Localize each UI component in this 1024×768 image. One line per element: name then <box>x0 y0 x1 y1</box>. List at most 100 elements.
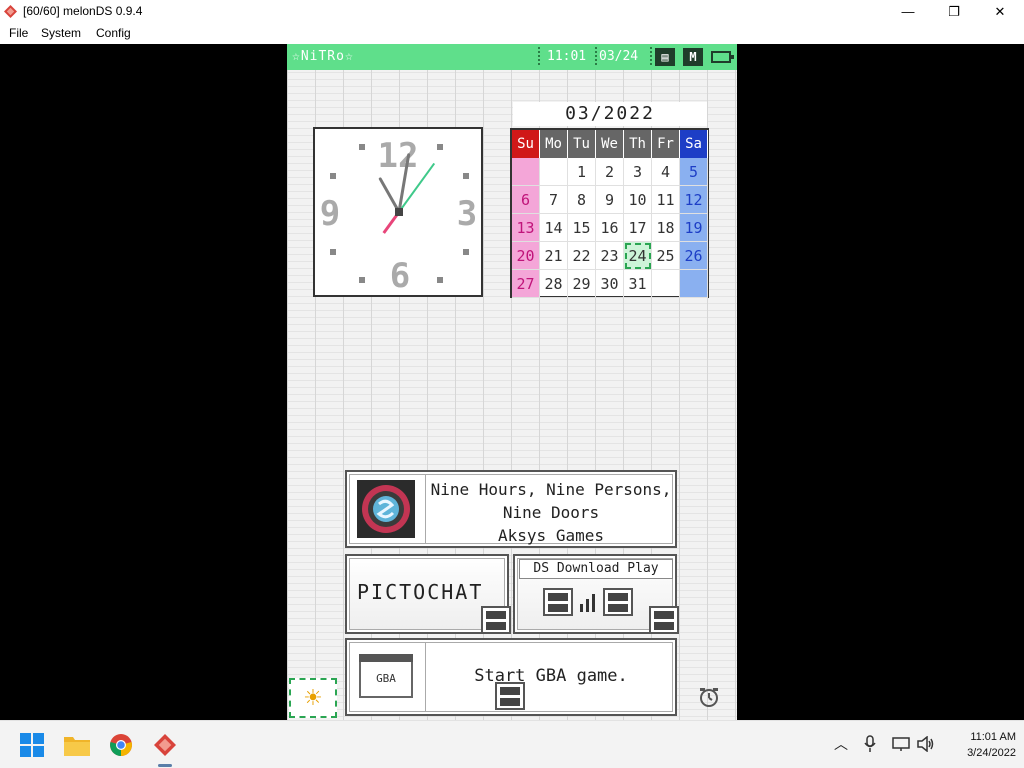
ds-system-icon <box>603 588 633 616</box>
clock-digit-3: 3 <box>457 194 477 234</box>
gba-cart-label: GBA <box>376 672 396 685</box>
menu-file[interactable]: File <box>9 26 28 40</box>
microphone-icon[interactable] <box>864 735 876 753</box>
calendar-day-cell: 16 <box>596 214 624 242</box>
status-separator <box>538 47 540 67</box>
taskbar-clock[interactable]: 11:01 AM 3/24/2022 <box>940 729 1016 761</box>
clock-digit-6: 6 <box>390 256 410 295</box>
calendar-day-cell: 4 <box>652 158 680 186</box>
calendar-day-cell: 3 <box>624 158 652 186</box>
network-icon[interactable] <box>892 736 910 752</box>
calendar-day-cell: 9 <box>596 186 624 214</box>
clock-digit-12: 12 <box>378 136 419 176</box>
card-slot-icon: ▤ <box>655 48 675 66</box>
calendar-day-cell <box>680 270 708 298</box>
calendar-day-cell <box>540 158 568 186</box>
calendar-grid: Su Mo Tu We Th Fr Sa 1 2 3 4 5 6 7 8 9 10 11 12 13 14 15 16 17 1… <box>512 130 708 298</box>
menu-system[interactable]: System <box>41 26 81 40</box>
chrome-icon <box>110 734 132 756</box>
calendar-day-cell: 1 <box>568 158 596 186</box>
status-date: 03/24 <box>599 49 639 64</box>
calendar-day-cell: 15 <box>568 214 596 242</box>
gba-panel-divider <box>425 642 426 712</box>
melonds-icon <box>154 734 176 756</box>
melonds-app-icon <box>4 5 17 18</box>
clock-tick <box>330 249 336 255</box>
clock-tick <box>359 144 365 150</box>
game-info: Nine Hours, Nine Persons, Nine Doors Aks… <box>429 478 673 547</box>
ds-settings-button[interactable] <box>495 682 525 710</box>
ds-bottom-screen: Nine Hours, Nine Persons, Nine Doors Aks… <box>287 382 737 720</box>
taskbar: ︿ 11:01 AM 3/24/2022 <box>0 720 1024 768</box>
game-card-button[interactable]: Nine Hours, Nine Persons, Nine Doors Aks… <box>345 470 677 548</box>
menu-config[interactable]: Config <box>96 26 131 40</box>
calendar-day-header: Su <box>512 130 540 158</box>
chrome-button[interactable] <box>103 727 139 763</box>
calendar-day-cell: 28 <box>540 270 568 298</box>
calendar-day-cell: 17 <box>624 214 652 242</box>
download-play-button[interactable]: DS Download Play <box>513 554 679 634</box>
pictochat-label: PICTOCHAT <box>357 580 484 604</box>
calendar-day-cell: 18 <box>652 214 680 242</box>
calendar-day-header: Fr <box>652 130 680 158</box>
clock-tick <box>359 277 365 283</box>
volume-icon[interactable] <box>917 736 935 752</box>
calendar-month-title: 03/2022 <box>513 102 707 126</box>
gba-cartridge-icon: GBA <box>359 654 413 698</box>
calendar-day-cell: 11 <box>652 186 680 214</box>
clock-digit-9: 9 <box>320 194 340 234</box>
ds-system-icon <box>649 606 679 634</box>
status-separator <box>650 47 652 67</box>
calendar-day-cell: 20 <box>512 242 540 270</box>
windows-logo-icon <box>20 733 44 757</box>
game-panel-divider <box>425 474 426 544</box>
pictochat-button[interactable]: PICTOCHAT <box>345 554 511 634</box>
sun-icon: ☀ <box>303 685 323 710</box>
active-app-indicator <box>158 764 172 767</box>
minimize-button[interactable]: — <box>885 0 931 23</box>
tray-overflow-chevron-icon[interactable]: ︿ <box>834 734 848 754</box>
analog-clock: 12 3 6 9 <box>313 127 483 297</box>
wireless-signal-icon <box>580 594 595 612</box>
calendar-day-cell: 12 <box>680 186 708 214</box>
calendar-day-cell: 29 <box>568 270 596 298</box>
menubar: File System Config <box>0 23 1024 44</box>
calendar-day-header: Mo <box>540 130 568 158</box>
calendar-today-cell: 24 <box>624 242 652 270</box>
maximize-button[interactable]: ❐ <box>931 0 977 23</box>
start-button[interactable] <box>14 727 50 763</box>
user-name: ☆NiTRo☆ <box>292 49 354 64</box>
download-play-label: DS Download Play <box>519 559 673 579</box>
calendar-day-cell: 22 <box>568 242 596 270</box>
window-title: [60/60] melonDS 0.9.4 <box>23 4 143 18</box>
ds-status-bar: ☆NiTRo☆ 11:01 03/24 ▤ M <box>287 44 737 70</box>
file-explorer-button[interactable] <box>59 727 95 763</box>
calendar-day-cell: 27 <box>512 270 540 298</box>
calendar-day-cell: 2 <box>596 158 624 186</box>
calendar-day-cell: 7 <box>540 186 568 214</box>
ds-system-icon <box>543 588 573 616</box>
calendar-day-cell: 30 <box>596 270 624 298</box>
calendar-day-header: Sa <box>680 130 708 158</box>
close-button[interactable]: ✕ <box>977 0 1023 23</box>
calendar-day-cell: 25 <box>652 242 680 270</box>
calendar-day-cell: 8 <box>568 186 596 214</box>
calendar-day-cell: 19 <box>680 214 708 242</box>
taskbar-date: 3/24/2022 <box>967 747 1016 759</box>
melonds-taskbar-button[interactable] <box>147 727 183 763</box>
ds-system-icon <box>481 606 511 634</box>
calendar-day-cell <box>512 158 540 186</box>
battery-icon <box>711 51 734 63</box>
calendar-day-cell: 31 <box>624 270 652 298</box>
brightness-button[interactable]: ☀ <box>289 678 337 718</box>
alarm-clock-button[interactable] <box>697 685 721 709</box>
window-titlebar: [60/60] melonDS 0.9.4 — ❐ ✕ <box>0 0 1024 23</box>
clock-tick <box>330 173 336 179</box>
ds-screen[interactable]: ☆NiTRo☆ 11:01 03/24 ▤ M 12 3 6 9 03/2022… <box>287 44 737 720</box>
clock-tick <box>463 173 469 179</box>
calendar-day-cell: 10 <box>624 186 652 214</box>
game-title-line2: Nine Doors <box>502 503 600 522</box>
gba-start-text: Start GBA game. <box>474 666 628 686</box>
calendar-day-cell: 23 <box>596 242 624 270</box>
clock-tick <box>437 144 443 150</box>
